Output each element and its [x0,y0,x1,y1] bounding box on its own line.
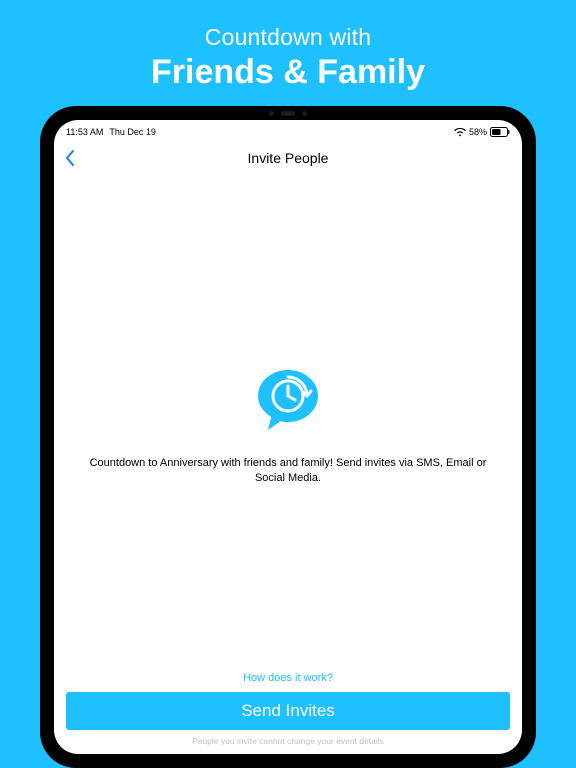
tablet-frame: 11:53 AM Thu Dec 19 58% Invite [40,106,536,768]
main-content: Countdown to Anniversary with friends an… [54,175,522,672]
promo-line1: Countdown with [0,24,576,51]
back-button[interactable] [64,141,76,175]
invite-clock-bubble-icon [250,362,326,438]
tablet-camera-dots [40,111,536,116]
promo-line2: Friends & Family [0,53,576,92]
device-screen: 11:53 AM Thu Dec 19 58% Invite [54,120,522,754]
status-time: 11:53 AM [66,127,103,137]
promo-headline: Countdown with Friends & Family [0,24,576,92]
send-invites-button[interactable]: Send Invites [66,692,510,730]
promo-background: Countdown with Friends & Family 11:53 AM… [0,0,576,768]
invite-hint-text: People you invite cannot change your eve… [66,736,510,746]
status-left: 11:53 AM Thu Dec 19 [66,127,156,137]
status-date: Thu Dec 19 [109,127,156,137]
status-right: 58% [454,127,510,137]
battery-percent: 58% [469,127,487,137]
nav-bar: Invite People [54,141,522,175]
invite-description: Countdown to Anniversary with friends an… [88,456,488,486]
page-title: Invite People [248,150,329,166]
chevron-left-icon [64,149,76,167]
status-bar: 11:53 AM Thu Dec 19 58% [54,123,522,141]
wifi-icon [454,128,466,137]
how-does-it-work-link[interactable]: How does it work? [66,672,510,684]
battery-icon [490,127,510,137]
footer-area: How does it work? Send Invites People yo… [54,672,522,754]
